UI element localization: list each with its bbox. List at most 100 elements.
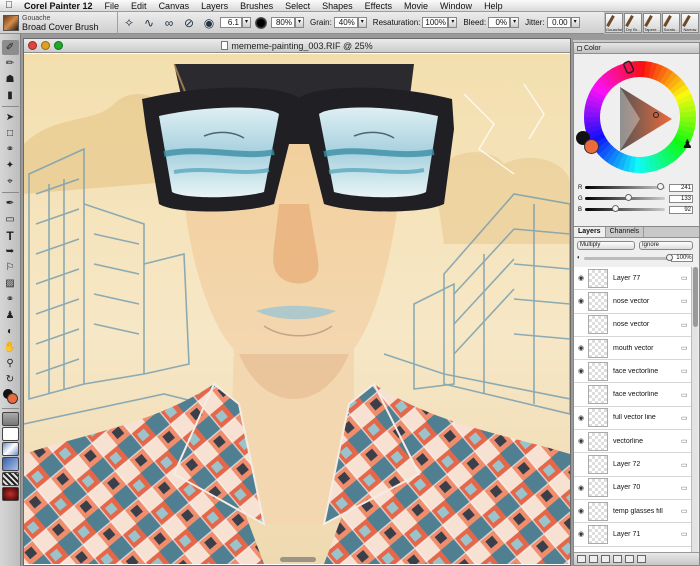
apple-menu-icon[interactable]: 	[0, 0, 18, 11]
layer-visibility-eye-icon[interactable]: ◉	[574, 507, 588, 515]
layer-lock-icon[interactable]: ▭	[681, 391, 691, 399]
layer-lock-icon[interactable]: ▭	[681, 437, 691, 445]
brush-selector[interactable]: Gouache Broad Cover Brush	[0, 11, 118, 34]
layer-lock-icon[interactable]: ▭	[681, 414, 691, 422]
layer-visibility-eye-icon[interactable]: ◉	[574, 297, 588, 305]
slider-track[interactable]	[585, 205, 665, 212]
preserve-select[interactable]: Ignore	[639, 240, 693, 250]
panel-collapse-icon[interactable]	[577, 45, 582, 51]
jitter-field[interactable]: 0.00	[546, 17, 571, 28]
menu-app[interactable]: Corel Painter 12	[18, 1, 99, 11]
brush-tool-reset-icon[interactable]: ✧	[120, 14, 138, 32]
menu-edit[interactable]: Edit	[125, 1, 153, 11]
gradient-selector[interactable]	[1, 442, 19, 456]
slider-track[interactable]	[585, 183, 665, 190]
layer-row[interactable]: ◉ vectorline ▭	[574, 430, 691, 454]
mirror-tool-icon[interactable]: ▨	[2, 276, 19, 291]
paper-selector[interactable]	[1, 412, 19, 426]
lasso-tool-icon[interactable]: ⚭	[2, 142, 19, 157]
dodge-tool-icon[interactable]: ◐	[2, 324, 19, 339]
slider-knob[interactable]	[624, 194, 632, 201]
rectangle-shape-tool-icon[interactable]: ▭	[2, 212, 19, 227]
text-tool-icon[interactable]: T	[2, 228, 19, 243]
main-color-swatch[interactable]	[6, 393, 18, 404]
painting-canvas[interactable]	[24, 54, 570, 564]
composite-method-select[interactable]: Multiply	[577, 240, 635, 250]
slider-knob[interactable]	[656, 183, 664, 190]
layer-mask-icon[interactable]	[613, 555, 622, 563]
dynamic-plugin-icon[interactable]	[625, 555, 634, 563]
layer-opacity-value[interactable]: 100%	[670, 254, 693, 262]
layer-lock-icon[interactable]: ▭	[681, 367, 691, 375]
menu-movie[interactable]: Movie	[398, 1, 434, 11]
shape-selection-tool-icon[interactable]: ➥	[2, 244, 19, 259]
tab-layers[interactable]: Layers	[574, 227, 606, 237]
slider-value[interactable]: 133	[669, 194, 693, 203]
jitter-stepper[interactable]: ▾	[570, 17, 580, 28]
layer-row[interactable]: nose vector ▭	[574, 314, 691, 337]
library-brush[interactable]: Gouache	[605, 13, 623, 33]
layer-lock-icon[interactable]: ▭	[681, 274, 691, 282]
crop-tool-icon[interactable]: ⌖	[2, 174, 19, 189]
menu-select[interactable]: Select	[279, 1, 316, 11]
layer-visibility-eye-icon[interactable]: ◉	[574, 344, 588, 352]
layer-visibility-eye-icon[interactable]: ◉	[574, 437, 588, 445]
menu-layers[interactable]: Layers	[195, 1, 234, 11]
layer-group-icon[interactable]	[601, 555, 610, 563]
rectangular-selection-tool-icon[interactable]: □	[2, 126, 19, 141]
layer-row[interactable]: ◉ mouth vector ▭	[574, 337, 691, 361]
slider-red[interactable]: R 241	[578, 183, 696, 192]
zoom-window-button[interactable]	[54, 41, 63, 50]
grain-stepper[interactable]: ▾	[357, 17, 367, 28]
slider-value[interactable]: 241	[669, 183, 693, 192]
slider-green[interactable]: G 133	[578, 194, 696, 203]
slider-track[interactable]	[585, 194, 665, 201]
grabber-tool-icon[interactable]: ✋	[2, 340, 19, 355]
slider-knob[interactable]	[612, 205, 620, 212]
opacity-field[interactable]: 80%	[271, 17, 295, 28]
size-stepper[interactable]: ▾	[242, 17, 251, 28]
resaturation-field[interactable]: 100%	[422, 17, 449, 28]
dropper-tool-icon[interactable]: ✏	[2, 56, 19, 71]
tab-channels[interactable]: Channels	[606, 227, 645, 237]
paint-bucket-tool-icon[interactable]: ☗	[2, 72, 19, 87]
library-brush[interactable]: Scrato...	[662, 13, 680, 33]
bleed-field[interactable]: 0%	[488, 17, 511, 28]
main-color-chip[interactable]	[584, 139, 599, 154]
no-stroke-icon[interactable]: ⊘	[180, 14, 198, 32]
layer-row[interactable]: ◉ Layer 71 ▭	[574, 523, 691, 547]
layer-row[interactable]: ◉ Layer 70 ▭	[574, 477, 691, 500]
layer-opacity-knob[interactable]	[665, 253, 673, 261]
layer-lock-icon[interactable]: ▭	[681, 461, 691, 469]
size-field[interactable]: 6.1	[220, 17, 242, 28]
new-layer-icon[interactable]	[589, 555, 598, 563]
menu-file[interactable]: File	[99, 1, 126, 11]
layer-list-scrollbar[interactable]	[691, 267, 698, 553]
layer-row[interactable]: ◉ Layer 77 ▭	[574, 267, 691, 291]
library-brush[interactable]: Tapere...	[643, 13, 661, 33]
layer-adjuster-tool-icon[interactable]: ➤	[2, 110, 19, 125]
layer-lock-icon[interactable]: ▭	[681, 344, 691, 352]
slider-value[interactable]: 92	[669, 205, 693, 214]
layer-visibility-eye-icon[interactable]: ◉	[574, 484, 588, 492]
layer-lock-icon[interactable]: ▭	[681, 297, 691, 305]
layer-visibility-eye-icon[interactable]: ◉	[574, 530, 588, 538]
nozzle-selector[interactable]	[1, 457, 19, 471]
color-info-icon[interactable]: ♟	[682, 137, 693, 151]
bleed-stepper[interactable]: ▾	[510, 17, 520, 28]
layer-lock-icon[interactable]: ▭	[681, 484, 691, 492]
eraser-tool-icon[interactable]: ▮	[2, 88, 19, 103]
slider-blue[interactable]: B 92	[578, 205, 696, 214]
close-window-button[interactable]	[28, 41, 37, 50]
cloner-tool-icon[interactable]: ⚭	[2, 292, 19, 307]
resaturation-stepper[interactable]: ▾	[448, 17, 458, 28]
divine-proportion-tool-icon[interactable]: ⚐	[2, 260, 19, 275]
rubber-stamp-tool-icon[interactable]: ♟	[2, 308, 19, 323]
rotate-page-tool-icon[interactable]: ↻	[2, 372, 19, 387]
menu-help[interactable]: Help	[478, 1, 509, 11]
minimize-window-button[interactable]	[41, 41, 50, 50]
straight-line-stroke-icon[interactable]: ∞	[160, 14, 178, 32]
layer-lock-icon[interactable]: ▭	[681, 507, 691, 515]
look-selector[interactable]	[1, 487, 19, 501]
menu-canvas[interactable]: Canvas	[153, 1, 196, 11]
